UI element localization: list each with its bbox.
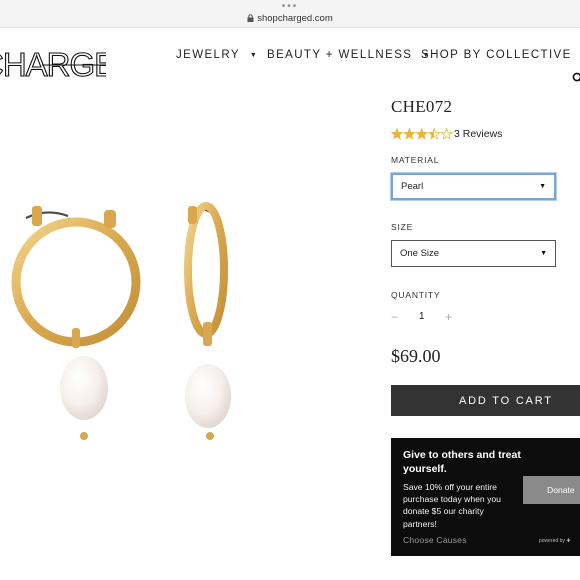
star-icon	[440, 128, 453, 140]
dropdown-arrow-icon: ▼	[539, 183, 546, 190]
partner-logo-icon: ✚	[566, 538, 571, 544]
material-value: Pearl	[401, 181, 424, 192]
search-icon[interactable]	[572, 72, 580, 84]
product-price: $69.00	[391, 346, 441, 366]
donate-button[interactable]: Donate	[523, 476, 580, 504]
nav-item-label: SHOP BY COLLECTIVE	[421, 49, 572, 61]
nav-item-label: BEAUTY + WELLNESS	[267, 49, 413, 61]
donation-widget: Give to others and treat yourself. Save …	[391, 438, 580, 556]
star-icon	[391, 128, 404, 140]
nav-item-jewelry[interactable]: JEWELRY ▼	[176, 49, 258, 61]
powered-by-label: powered by ✚	[539, 538, 570, 544]
nav-item-label: JEWELRY	[176, 49, 240, 61]
product-rating[interactable]: 3 Reviews	[391, 127, 502, 141]
donation-title: Give to others and treat yourself.	[403, 449, 521, 475]
add-to-cart-button[interactable]: ADD TO CART	[391, 385, 580, 416]
quantity-increase-button[interactable]: +	[445, 310, 452, 324]
size-select[interactable]: One Size ▼	[391, 240, 556, 267]
caret-down-icon: ▼	[249, 52, 259, 59]
material-label: MATERIAL	[391, 155, 440, 165]
charged-logo[interactable]: CHARGED	[0, 44, 106, 84]
star-rating	[391, 128, 453, 140]
donation-text: Save 10% off your entire purchase today …	[403, 482, 501, 529]
size-value: One Size	[400, 248, 440, 259]
material-select[interactable]: Pearl ▼	[391, 173, 556, 200]
size-label: SIZE	[391, 222, 414, 232]
nav-item-shop-by-collective[interactable]: SHOP BY COLLECTIVE▼	[421, 49, 580, 61]
address-bar[interactable]: shopcharged.com	[0, 13, 580, 24]
reviews-link[interactable]: 3 Reviews	[454, 128, 502, 140]
browser-tab-dots[interactable]: •••	[0, 1, 580, 12]
powered-by-text: powered by	[539, 538, 565, 544]
url-text: shopcharged.com	[257, 13, 333, 24]
star-icon	[427, 128, 441, 140]
dropdown-arrow-icon: ▼	[540, 250, 547, 257]
left-earring	[11, 206, 141, 440]
right-earring	[184, 202, 231, 440]
star-icon	[415, 128, 429, 140]
nav-item-beauty-wellness[interactable]: BEAUTY + WELLNESS ▼	[267, 49, 431, 61]
quantity-stepper: − 1 +	[391, 310, 461, 326]
browser-toolbar: ••• shopcharged.com	[0, 0, 580, 28]
quantity-decrease-button[interactable]: −	[391, 310, 398, 324]
lock-icon	[247, 14, 254, 22]
star-icon	[403, 128, 416, 140]
choose-causes-link[interactable]: Choose Causes	[403, 535, 467, 545]
quantity-input[interactable]: 1	[419, 311, 425, 322]
quantity-label: QUANTITY	[391, 290, 441, 300]
product-title: CHE072	[391, 97, 453, 116]
product-image	[11, 202, 231, 440]
